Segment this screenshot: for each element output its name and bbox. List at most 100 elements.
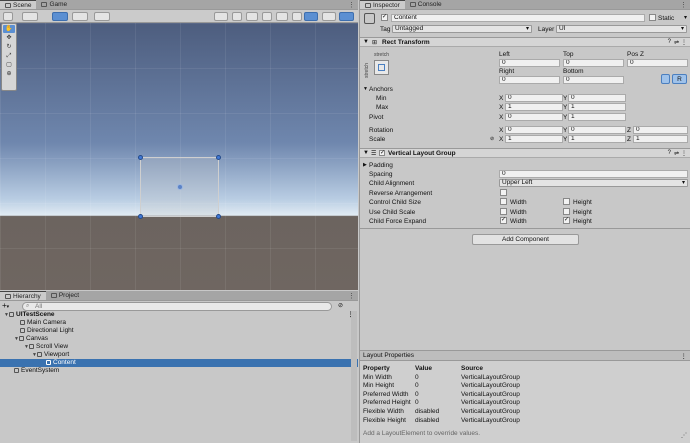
- scale-z-field[interactable]: 1: [633, 135, 688, 143]
- move-tool-icon[interactable]: ✥: [3, 34, 15, 42]
- preset-icon[interactable]: ⇌: [674, 150, 679, 157]
- anchor-max-x-field[interactable]: 1: [505, 103, 563, 111]
- padding-foldout-icon[interactable]: ▶: [363, 162, 367, 168]
- layer-dropdown[interactable]: UI: [556, 25, 687, 33]
- hierarchy-menu-icon[interactable]: ⋮: [345, 291, 358, 300]
- pivot-y-field[interactable]: 1: [568, 113, 626, 121]
- shading-dropdown[interactable]: [214, 12, 228, 21]
- static-dropdown-icon[interactable]: ▾: [684, 14, 687, 21]
- tab-scene[interactable]: Scene: [0, 0, 37, 9]
- audio-toggle[interactable]: [262, 12, 272, 21]
- control-width-checkbox[interactable]: [500, 198, 507, 205]
- transform-tool-icon[interactable]: ⊕: [3, 70, 15, 78]
- scene-viewport[interactable]: ✋ ✥ ↻ ⤢ ▢ ⊕: [0, 23, 358, 290]
- panel-menu-icon[interactable]: ⋮: [681, 352, 688, 360]
- control-height-checkbox[interactable]: [563, 198, 570, 205]
- tab-project[interactable]: Project: [46, 291, 84, 300]
- inspector-menu-icon[interactable]: ⋮: [677, 0, 690, 9]
- add-component-button[interactable]: Add Component: [472, 234, 579, 245]
- layout-properties-header[interactable]: Layout Properties ⋮: [360, 351, 690, 361]
- scale-tool-icon[interactable]: ⤢: [3, 52, 15, 60]
- hierarchy-row-eventsystem[interactable]: EventSystem: [0, 367, 358, 375]
- hierarchy-row-directional-light[interactable]: Directional Light: [0, 327, 358, 335]
- left-field[interactable]: 0: [499, 59, 560, 67]
- rotation-z-field[interactable]: 0: [633, 126, 688, 134]
- tab-game[interactable]: Game: [36, 0, 72, 9]
- vertical-layout-group-header[interactable]: ▼ ☰ ✓ Vertical Layout Group ? ⇌ ⋮: [360, 148, 690, 158]
- tab-console[interactable]: Console: [405, 0, 447, 9]
- raw-edit-button[interactable]: R: [672, 74, 687, 84]
- scale-x-field[interactable]: 1: [505, 135, 563, 143]
- scale-link-icon[interactable]: ⊘: [490, 136, 494, 142]
- rect-handle-top-left[interactable]: [138, 155, 143, 160]
- gizmos-dropdown[interactable]: [322, 12, 336, 21]
- expand-height-checkbox[interactable]: ✓: [563, 217, 570, 224]
- scene-menu-icon[interactable]: ⋮: [345, 0, 358, 9]
- pivot-handle[interactable]: [177, 184, 183, 190]
- anchor-min-x-field[interactable]: 0: [505, 94, 563, 102]
- anchor-min-y-field[interactable]: 0: [568, 94, 626, 102]
- anchor-presets-button[interactable]: [374, 60, 389, 75]
- draw-mode-dropdown[interactable]: [22, 12, 38, 21]
- vlg-enabled-checkbox[interactable]: ✓: [379, 150, 385, 156]
- active-checkbox[interactable]: ✓: [381, 14, 388, 21]
- foldout-arrow-icon[interactable]: ▼: [363, 150, 369, 156]
- bottom-field[interactable]: 0: [563, 76, 624, 84]
- hand-tool-toggle[interactable]: [3, 12, 13, 21]
- orientation-gizmo-button[interactable]: [339, 12, 354, 21]
- rect-handle-top-right[interactable]: [216, 155, 221, 160]
- hierarchy-row-scroll-view[interactable]: ▼ Scroll View: [0, 343, 358, 351]
- scene-camera-button[interactable]: [304, 12, 318, 21]
- rotate-tool-icon[interactable]: ↻: [3, 43, 15, 51]
- help-icon[interactable]: ?: [668, 150, 671, 156]
- expand-width-checkbox[interactable]: ✓: [500, 217, 507, 224]
- child-alignment-dropdown[interactable]: Upper Left: [499, 179, 688, 187]
- global-toggle[interactable]: [72, 12, 88, 21]
- help-icon[interactable]: ?: [668, 39, 671, 45]
- blueprint-mode-button[interactable]: [661, 74, 670, 84]
- component-menu-icon[interactable]: ⋮: [681, 150, 687, 157]
- posz-field[interactable]: 0: [627, 59, 688, 67]
- object-name-field[interactable]: Content: [391, 14, 645, 22]
- hierarchy-scrollbar[interactable]: [351, 311, 357, 441]
- snap-toggle[interactable]: [94, 12, 110, 21]
- 2d-toggle[interactable]: [232, 12, 242, 21]
- rotation-x-field[interactable]: 0: [505, 126, 563, 134]
- rect-handle-bottom-left[interactable]: [138, 214, 143, 219]
- hierarchy-search-input[interactable]: ⌕ All: [22, 302, 332, 311]
- top-field[interactable]: 0: [563, 59, 624, 67]
- hidden-objects-toggle[interactable]: [292, 12, 302, 21]
- effects-toggle[interactable]: [276, 12, 288, 21]
- anchors-foldout-icon[interactable]: ▼: [363, 86, 368, 92]
- tab-hierarchy[interactable]: Hierarchy: [0, 291, 46, 300]
- preset-icon[interactable]: ⇌: [674, 39, 679, 46]
- tag-dropdown[interactable]: Untagged: [392, 25, 532, 33]
- pivot-x-field[interactable]: 0: [505, 113, 563, 121]
- rotation-y-field[interactable]: 0: [568, 126, 626, 134]
- foldout-arrow-icon[interactable]: ▼: [363, 39, 369, 45]
- pivot-toggle[interactable]: [52, 12, 68, 21]
- scene-visibility-icon[interactable]: ⊘: [338, 302, 343, 309]
- spacing-field[interactable]: 0: [499, 170, 688, 178]
- scale-width-checkbox[interactable]: [500, 208, 507, 215]
- component-menu-icon[interactable]: ⋮: [681, 39, 687, 46]
- scale-height-checkbox[interactable]: [563, 208, 570, 215]
- hierarchy-row-main-camera[interactable]: Main Camera: [0, 319, 358, 327]
- rect-transform-header[interactable]: ▼ ⊞ Rect Transform ? ⇌ ⋮: [360, 37, 690, 47]
- anchor-max-y-field[interactable]: 1: [568, 103, 626, 111]
- hierarchy-row-content[interactable]: Content: [0, 359, 358, 367]
- scale-y-field[interactable]: 1: [568, 135, 626, 143]
- tab-inspector[interactable]: Inspector: [360, 0, 405, 9]
- static-checkbox[interactable]: [649, 14, 656, 21]
- hand-tool-icon[interactable]: ✋: [3, 25, 15, 33]
- lighting-toggle[interactable]: [246, 12, 258, 21]
- content-rect-gizmo[interactable]: [138, 155, 221, 219]
- rect-tool-icon[interactable]: ▢: [3, 61, 15, 69]
- hierarchy-row-scene[interactable]: ▼UITestScene ⋮: [0, 311, 358, 319]
- hierarchy-row-canvas[interactable]: ▼ Canvas: [0, 335, 358, 343]
- rect-handle-bottom-right[interactable]: [216, 214, 221, 219]
- hierarchy-row-viewport[interactable]: ▼ Viewport: [0, 351, 358, 359]
- right-field[interactable]: 0: [499, 76, 560, 84]
- reverse-arrangement-checkbox[interactable]: [500, 189, 507, 196]
- resize-grip-icon[interactable]: ⋰: [681, 432, 687, 439]
